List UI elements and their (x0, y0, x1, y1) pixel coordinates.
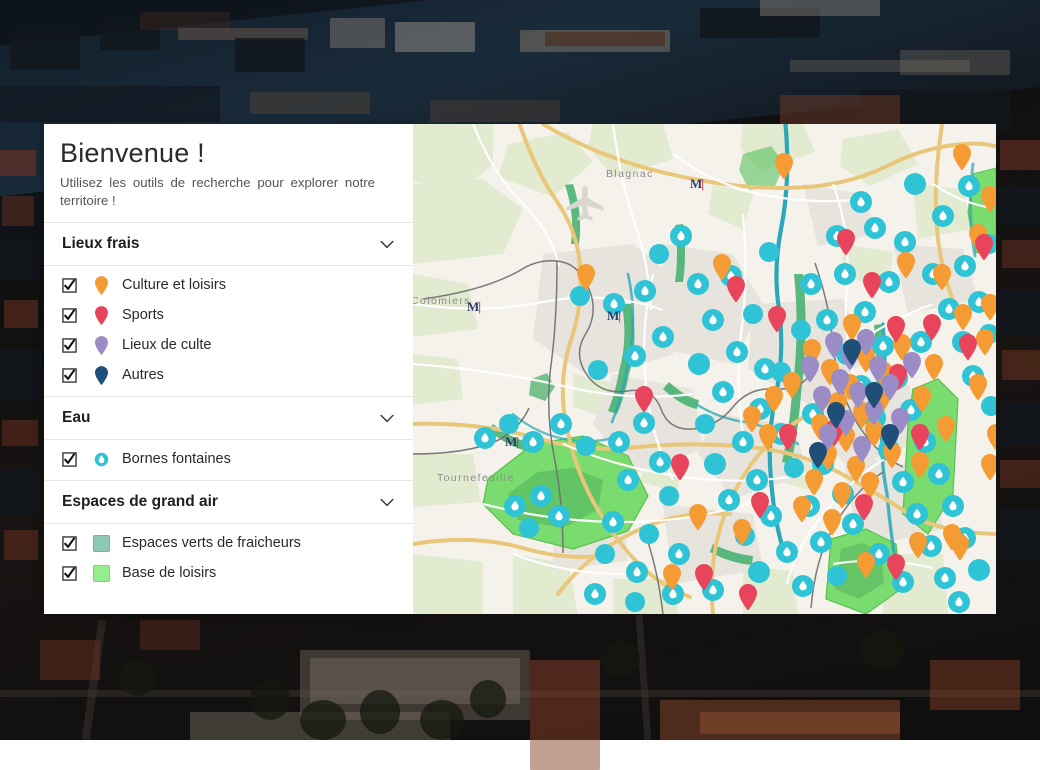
section-title: Espaces de grand air (62, 493, 218, 511)
section-body-espaces-de-grand-air: Espaces verts de fraicheurs Base de lois… (44, 524, 413, 594)
legend-row-espaces-verts[interactable]: Espaces verts de fraicheurs (44, 528, 413, 558)
checkbox-checked-icon[interactable] (62, 536, 77, 551)
map-label-colomiers: Colomiers (413, 295, 471, 307)
legend-row-autres[interactable]: Autres (44, 360, 413, 390)
section-title: Lieux frais (62, 235, 140, 253)
checkbox-checked-icon[interactable] (62, 278, 77, 293)
metro-station-icon: M| (607, 308, 620, 324)
color-swatch-base-de-loisirs (90, 565, 112, 582)
legend-row-bornes-fontaines[interactable]: Bornes fontaines (44, 444, 413, 474)
section-body-eau: Bornes fontaines (44, 440, 413, 480)
chevron-down-icon[interactable] (377, 234, 397, 254)
metro-station-icon: M| (467, 299, 480, 315)
checkbox-checked-icon[interactable] (62, 338, 77, 353)
map-pin-icon-culture (90, 276, 112, 295)
checkbox-checked-icon[interactable] (62, 452, 77, 467)
color-swatch-espaces-verts (90, 535, 112, 552)
section-header-lieux-frais[interactable]: Lieux frais (44, 222, 413, 266)
map-pin-icon-autres (90, 366, 112, 385)
legend-row-base-de-loisirs[interactable]: Base de loisirs (44, 558, 413, 588)
chevron-down-icon[interactable] (377, 408, 397, 428)
legend-row-sports[interactable]: Sports (44, 300, 413, 330)
section-header-espaces-de-grand-air[interactable]: Espaces de grand air (44, 480, 413, 524)
checkbox-checked-icon[interactable] (62, 368, 77, 383)
map-pin-icon-sports (90, 306, 112, 325)
panel-subtitle: Utilisez les outils de recherche pour ex… (60, 174, 397, 210)
panel-header: Bienvenue ! Utilisez les outils de reche… (44, 124, 413, 222)
map-label-tournefeuille: Tournefeuille (437, 472, 515, 484)
map-svg (413, 124, 996, 614)
legend-label: Bornes fontaines (122, 451, 231, 467)
legend-label: Espaces verts de fraicheurs (122, 535, 301, 551)
legend-label: Culture et loisirs (122, 277, 226, 293)
metro-station-icon: M| (505, 434, 518, 450)
chevron-down-icon[interactable] (377, 492, 397, 512)
metro-station-icon: M| (690, 176, 703, 192)
water-drop-circle-icon (90, 452, 112, 467)
legend-label: Sports (122, 307, 164, 323)
legend-row-culture[interactable]: Culture et loisirs (44, 270, 413, 300)
checkbox-checked-icon[interactable] (62, 566, 77, 581)
map-canvas[interactable]: Blagnac Colomiers Tournefeuille M| M| M|… (413, 124, 996, 614)
section-title: Eau (62, 409, 90, 427)
map-label-blagnac: Blagnac (606, 168, 654, 180)
section-body-lieux-frais: Culture et loisirs Sports (44, 266, 413, 396)
map-pin-icon-culte (90, 336, 112, 355)
legend-label: Base de loisirs (122, 565, 216, 581)
section-header-eau[interactable]: Eau (44, 396, 413, 440)
checkbox-checked-icon[interactable] (62, 308, 77, 323)
legend-row-lieux-de-culte[interactable]: Lieux de culte (44, 330, 413, 360)
legend-panel: Bienvenue ! Utilisez les outils de reche… (44, 124, 413, 614)
page-title: Bienvenue ! (60, 138, 397, 169)
legend-label: Autres (122, 367, 164, 383)
legend-label: Lieux de culte (122, 337, 211, 353)
